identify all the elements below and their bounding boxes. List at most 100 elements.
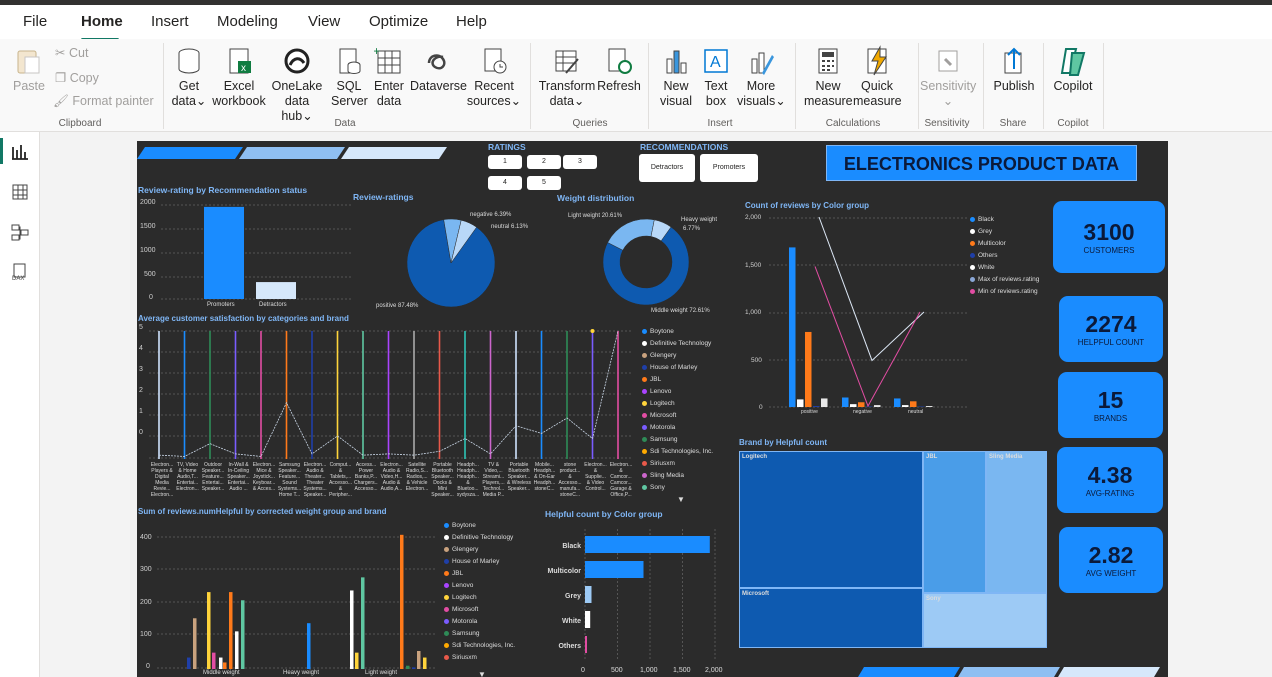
- recent-sources-button[interactable]: Recent sources⌄: [466, 45, 522, 109]
- cut-button[interactable]: ✂ Cut: [55, 45, 88, 60]
- legend-item[interactable]: Others: [970, 250, 1039, 262]
- bar: [223, 662, 227, 669]
- legend-label: JBL: [650, 376, 662, 383]
- paste-button[interactable]: Paste: [12, 45, 46, 94]
- sensitivity-button[interactable]: Sensitivity ⌄: [920, 45, 976, 109]
- legend-item[interactable]: Definitive Technology: [444, 532, 515, 544]
- y-tick: Multicolor: [548, 568, 582, 575]
- legend-item[interactable]: White: [970, 262, 1039, 274]
- legend-item[interactable]: Motorola: [444, 616, 515, 628]
- enter-data-button[interactable]: + Enter data: [371, 45, 407, 109]
- legend-item[interactable]: Sony: [642, 482, 713, 494]
- menu-home[interactable]: Home: [81, 13, 123, 30]
- report-view-icon[interactable]: [10, 142, 30, 162]
- menu-file[interactable]: File: [23, 13, 47, 30]
- legend-item[interactable]: Logitech: [444, 592, 515, 604]
- legend-item[interactable]: Logitech: [642, 398, 713, 410]
- legend-item[interactable]: Min of reviews.rating: [970, 286, 1039, 298]
- refresh-button[interactable]: Refresh: [597, 45, 641, 94]
- text-box-button[interactable]: A Text box: [698, 45, 734, 109]
- new-measure-button[interactable]: New measure: [804, 45, 853, 109]
- format-painter-button[interactable]: 🖌 Format painter: [53, 94, 154, 109]
- y-tick: 2000: [140, 199, 156, 206]
- get-data-button[interactable]: Get data⌄: [170, 45, 208, 109]
- y-tick: 2,000: [745, 214, 762, 221]
- legend-item[interactable]: House of Marley: [642, 362, 713, 374]
- menu-modeling[interactable]: Modeling: [217, 13, 278, 30]
- treemap-tile-logitech[interactable]: Logitech: [739, 451, 923, 588]
- legend-item[interactable]: Glengery: [444, 544, 515, 556]
- excel-workbook-button[interactable]: x Excel workbook: [210, 45, 268, 109]
- legend-item[interactable]: Samsung: [642, 434, 713, 446]
- bar: [813, 406, 820, 407]
- rating-2-button[interactable]: 2: [527, 155, 561, 169]
- menu-optimize[interactable]: Optimize: [369, 13, 428, 30]
- legend-item[interactable]: Glengery: [642, 350, 713, 362]
- treemap-tile-microsoft[interactable]: Microsoft: [739, 588, 923, 648]
- sql-server-button[interactable]: SQL Server: [331, 45, 368, 109]
- dax-query-view-icon[interactable]: DAX: [10, 262, 30, 282]
- legend-scroll-down-icon[interactable]: ▼: [677, 495, 685, 504]
- legend-item[interactable]: Multicolor: [970, 238, 1039, 250]
- legend-item[interactable]: Samsung: [444, 628, 515, 640]
- transform-data-button[interactable]: Transform data⌄: [538, 45, 596, 109]
- legend-swatch: [642, 460, 647, 466]
- rating-4-button[interactable]: 4: [488, 176, 522, 190]
- promoters-button[interactable]: Promoters: [700, 154, 758, 182]
- treemap-tile-sling-media[interactable]: Sling Media: [986, 451, 1047, 593]
- y-tick: 4: [139, 345, 143, 352]
- menu-view[interactable]: View: [308, 13, 340, 30]
- new-visual-button[interactable]: New visual: [657, 45, 695, 109]
- legend-swatch: [444, 558, 449, 564]
- publish-button[interactable]: Publish: [991, 45, 1037, 94]
- rating-5-button[interactable]: 5: [527, 176, 561, 190]
- legend-label: Boytone: [650, 328, 674, 335]
- helpful-by-weight-plot: [157, 534, 435, 669]
- table-view-icon[interactable]: [10, 182, 30, 202]
- satisfaction-title: Average customer satisfaction by categor…: [138, 314, 349, 323]
- group-sensitivity: Sensitivity: [924, 118, 970, 129]
- legend-item[interactable]: Grey: [970, 226, 1039, 238]
- legend-item[interactable]: Boytone: [642, 326, 713, 338]
- menu-help[interactable]: Help: [456, 13, 487, 30]
- quick-measure-button[interactable]: Quick measure: [853, 45, 902, 109]
- onelake-button[interactable]: OneLake data hub⌄: [268, 45, 326, 124]
- legend-item[interactable]: Siriusxm: [444, 652, 515, 664]
- detractors-button[interactable]: Detractors: [639, 154, 695, 182]
- rating-by-rec-title: Review-rating by Recommendation status: [138, 185, 308, 195]
- legend-item[interactable]: Sdi Technologies, Inc.: [642, 446, 713, 458]
- treemap-tile-sony[interactable]: Sony: [923, 593, 1047, 648]
- legend-item[interactable]: Lenovo: [642, 386, 713, 398]
- legend-item[interactable]: Siriusxm: [642, 458, 713, 470]
- donut-label-middle: Middle weight 72.61%: [651, 308, 710, 314]
- legend-item[interactable]: Boytone: [444, 520, 515, 532]
- model-view-icon[interactable]: [10, 222, 30, 242]
- menu-bar: File Home Insert Modeling View Optimize …: [0, 5, 1272, 41]
- copy-button[interactable]: ❐ Copy: [55, 70, 99, 85]
- legend-scroll-down-icon[interactable]: ▼: [478, 670, 486, 677]
- legend-item[interactable]: Motorola: [642, 422, 713, 434]
- legend-item[interactable]: Sdi Technologies, Inc.: [444, 640, 515, 652]
- legend-item[interactable]: JBL: [642, 374, 713, 386]
- more-visuals-button[interactable]: More visuals⌄: [737, 45, 786, 109]
- legend-item[interactable]: Sling Media: [642, 470, 713, 482]
- legend-item[interactable]: JBL: [444, 568, 515, 580]
- dataverse-button[interactable]: Dataverse: [410, 45, 467, 94]
- legend-item[interactable]: Lenovo: [444, 580, 515, 592]
- legend-item[interactable]: Microsoft: [444, 604, 515, 616]
- legend-item[interactable]: Black: [970, 214, 1039, 226]
- rating-3-button[interactable]: 3: [563, 155, 597, 169]
- legend-swatch: [970, 216, 975, 222]
- bar: [307, 623, 311, 669]
- legend-item[interactable]: Max of reviews.rating: [970, 274, 1039, 286]
- svg-text:A: A: [710, 54, 721, 71]
- legend-item[interactable]: Microsoft: [642, 410, 713, 422]
- menu-insert[interactable]: Insert: [151, 13, 189, 30]
- rating-1-button[interactable]: 1: [488, 155, 522, 169]
- text-box-icon: A: [704, 49, 728, 73]
- legend-item[interactable]: House of Marley: [444, 556, 515, 568]
- copilot-button[interactable]: Copilot: [1050, 45, 1096, 94]
- y-tick: 1: [139, 408, 143, 415]
- treemap-tile-jbl[interactable]: JBL: [923, 451, 986, 593]
- legend-item[interactable]: Definitive Technology: [642, 338, 713, 350]
